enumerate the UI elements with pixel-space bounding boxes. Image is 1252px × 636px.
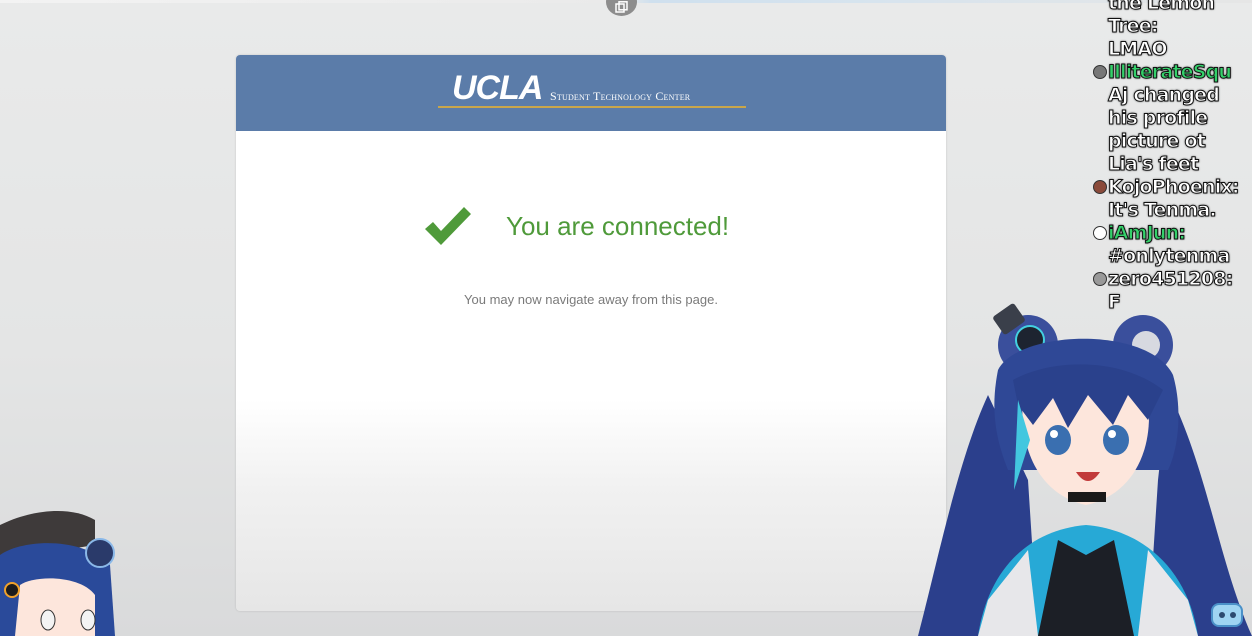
chat-message: the Lemon Tree: LMAO bbox=[1092, 0, 1252, 61]
chat-line: his profile bbox=[1108, 107, 1209, 130]
screenshot-button[interactable] bbox=[606, 0, 637, 16]
connected-message: You are connected! bbox=[506, 211, 730, 241]
chat-message: iAmJun: #onlytenma bbox=[1092, 222, 1252, 268]
chat-username: zero451208: bbox=[1108, 268, 1234, 291]
chat-line: Aj changed bbox=[1108, 84, 1221, 107]
chat-username: iAmJun: bbox=[1108, 222, 1187, 245]
chat-line: #onlytenma bbox=[1108, 245, 1231, 268]
navigate-away-text: You may now navigate away from this page… bbox=[464, 292, 718, 307]
chat-avatar bbox=[1093, 272, 1107, 286]
chat-line: LMAO bbox=[1108, 38, 1168, 61]
logo-ucla-text: UCLA bbox=[452, 69, 543, 107]
chat-line: Lia's feet bbox=[1108, 153, 1200, 176]
checkmark-icon bbox=[425, 207, 471, 245]
screenshot-icon bbox=[614, 1, 628, 13]
chat-line: picture ot bbox=[1108, 130, 1207, 153]
chat-message: KojoPhoenix: It's Tenma. bbox=[1092, 176, 1252, 222]
chat-username: IlliterateSqu bbox=[1108, 61, 1233, 84]
logo-rule bbox=[438, 106, 746, 108]
chat-line: the Lemon bbox=[1108, 0, 1216, 15]
ucla-stc-logo: UCLA Student Technology Center bbox=[438, 69, 746, 109]
chat-avatar bbox=[1093, 180, 1107, 194]
secondary-avatar bbox=[0, 510, 115, 636]
chat-username: KojoPhoenix: bbox=[1108, 176, 1241, 199]
chat-line: Tree: bbox=[1108, 15, 1159, 38]
chat-line: It's Tenma. bbox=[1108, 199, 1218, 222]
portal-header: UCLA Student Technology Center bbox=[236, 55, 946, 131]
chat-avatar bbox=[1093, 226, 1107, 240]
logo-stc-text: Student Technology Center bbox=[550, 89, 691, 103]
chat-message: IlliterateSqu Aj changed his profile pic… bbox=[1092, 61, 1252, 176]
stream-chat-overlay: the Lemon Tree: LMAO IlliterateSqu Aj ch… bbox=[1092, 0, 1252, 314]
captive-portal-card: UCLA Student Technology Center You are c… bbox=[236, 55, 946, 611]
vtuber-avatar bbox=[918, 303, 1252, 636]
chat-avatar bbox=[1093, 65, 1107, 79]
bot-icon bbox=[1211, 603, 1243, 627]
